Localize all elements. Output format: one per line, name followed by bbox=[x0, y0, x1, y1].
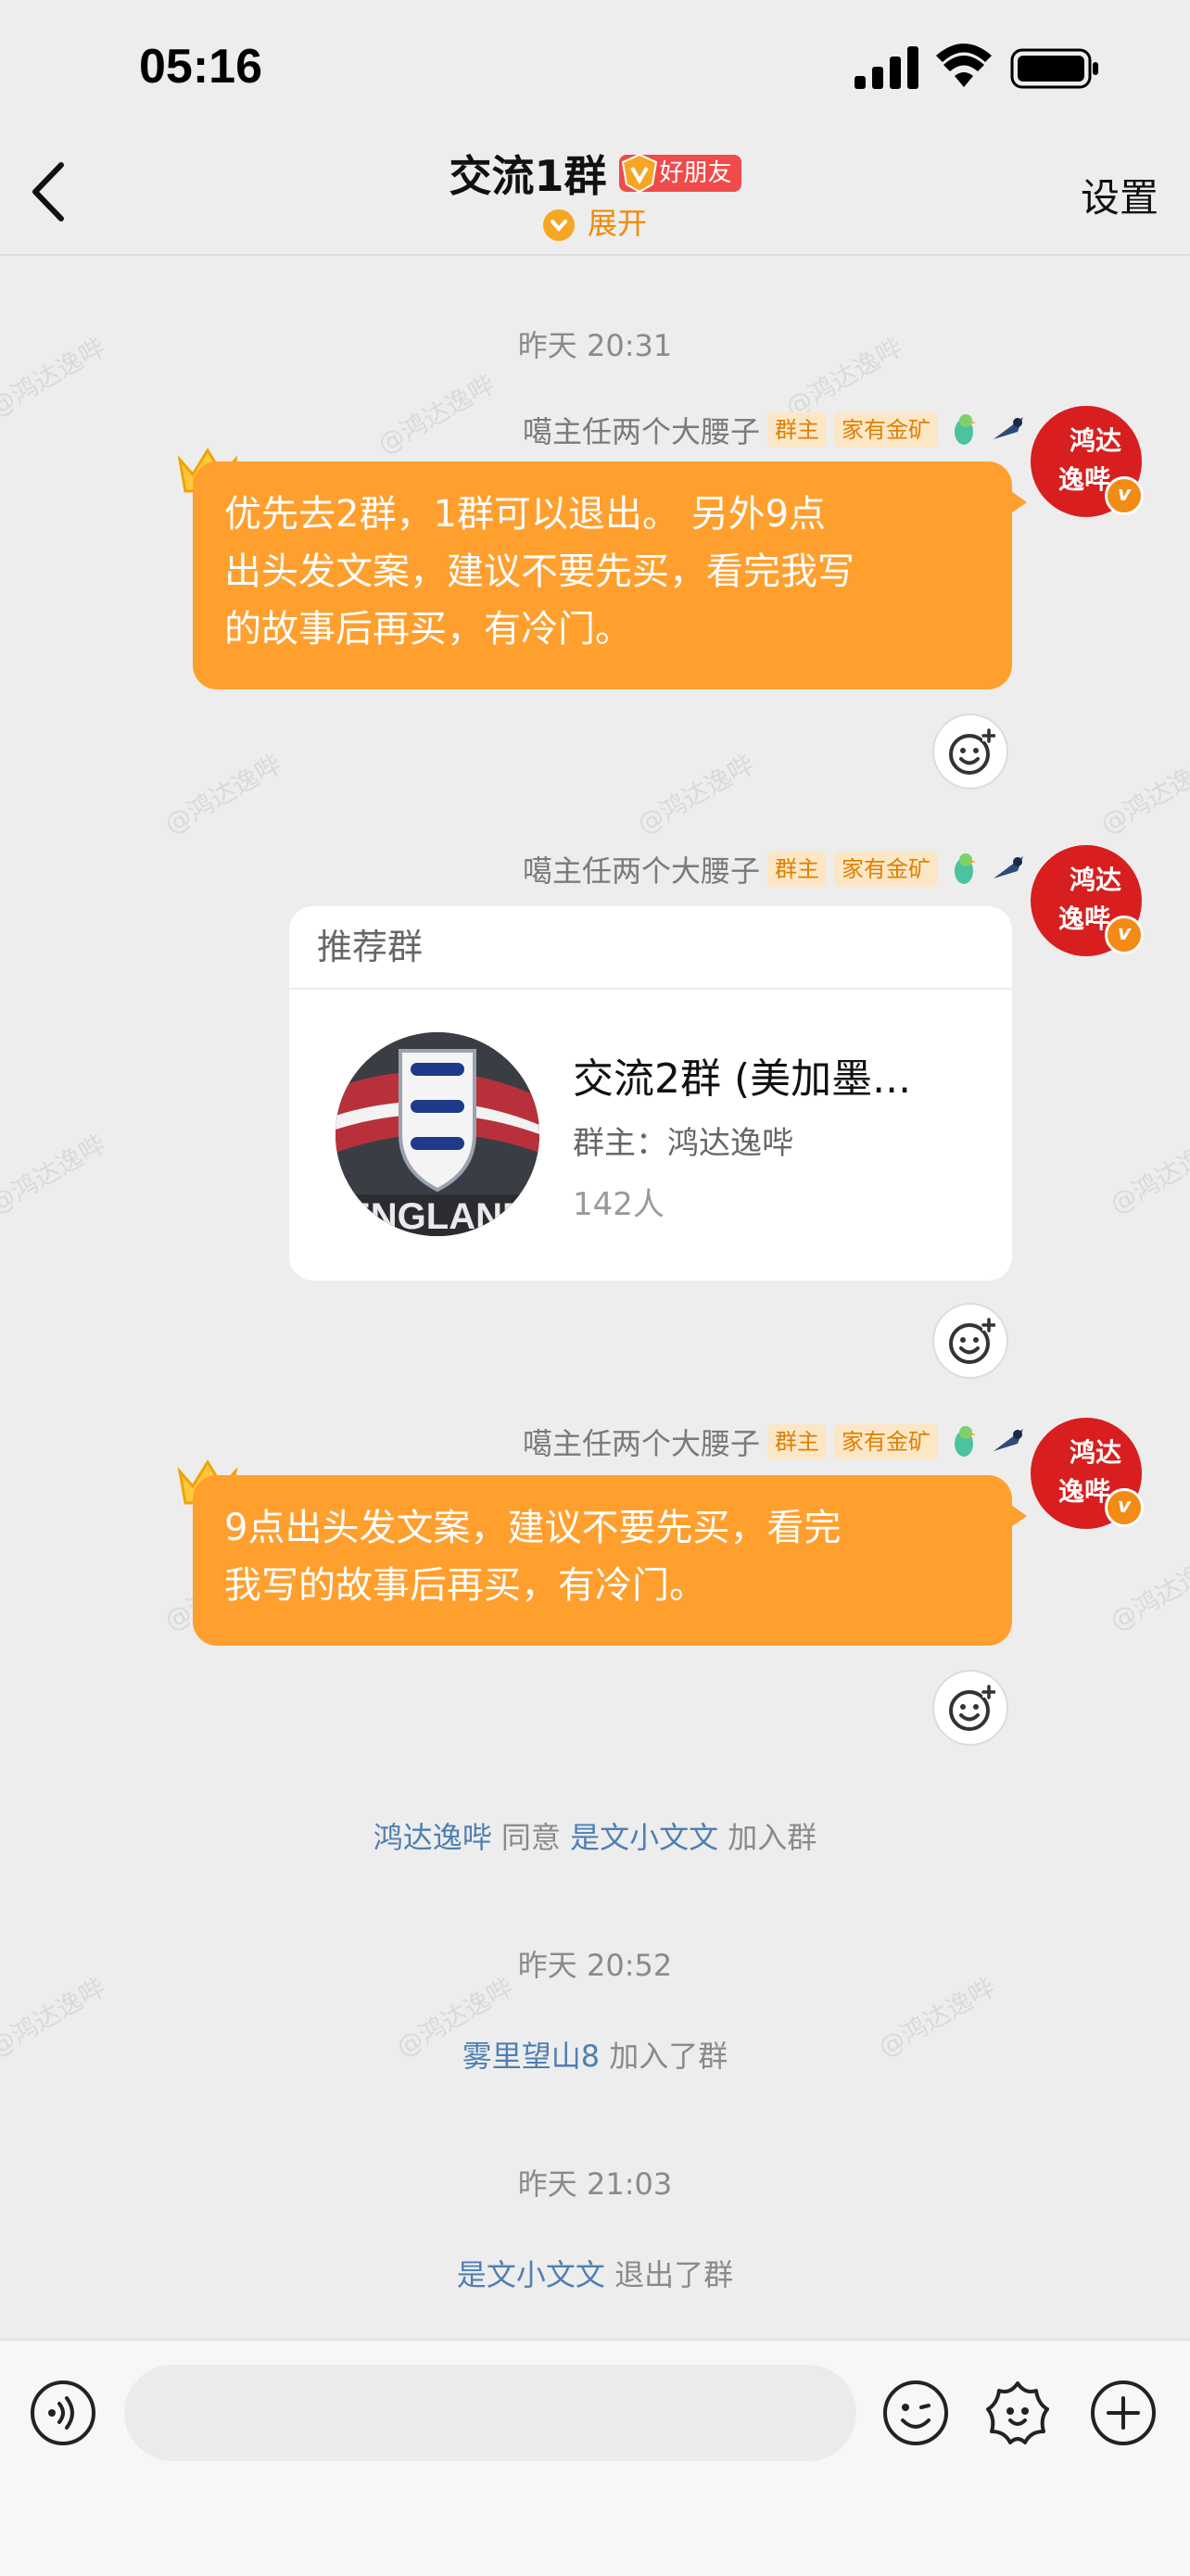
magpie-badge-icon bbox=[994, 856, 1023, 878]
group-member-count: 142人 bbox=[573, 1186, 665, 1223]
verified-badge-icon: v bbox=[1105, 1488, 1144, 1527]
friend-badge: 好朋友 bbox=[618, 153, 741, 194]
group-title[interactable]: 交流1群 bbox=[449, 151, 606, 201]
expand-toggle[interactable]: 展开 bbox=[0, 200, 1190, 243]
message-bubble[interactable]: 优先去2群，1群可以退出。 另外9点 出头发文案，建议不要先买，看完我写 的故事… bbox=[193, 461, 1027, 689]
timestamp: 昨天 20:52 bbox=[517, 1948, 673, 1983]
title-row: 交流1群 好朋友 bbox=[0, 143, 1190, 204]
avatar[interactable]: 鸿达 逸哔 v bbox=[1031, 406, 1144, 517]
avatar-text: 鸿达 bbox=[1070, 1437, 1122, 1468]
message-line: 优先去2群，1群可以退出。 另外9点 bbox=[224, 493, 827, 536]
watermark: @鸿达逸哔 bbox=[631, 749, 760, 840]
title-tag: 家有金矿 bbox=[834, 412, 938, 448]
owner-tag: 群主 bbox=[767, 412, 827, 448]
cellular-signal-icon bbox=[855, 46, 918, 89]
watermark: @鸿达逸哔 bbox=[1104, 1129, 1190, 1220]
sender-row: 噶主任两个大腰子 群主 家有金矿 bbox=[523, 1421, 1027, 1462]
watermark: @鸿达逸哔 bbox=[158, 749, 287, 840]
avatar-text: 鸿达 bbox=[1070, 425, 1122, 456]
parrot-badge-icon bbox=[955, 414, 976, 445]
avatar-text: 逸哔 bbox=[1058, 1476, 1111, 1507]
system-text: 同意 bbox=[500, 1820, 561, 1855]
message-input[interactable] bbox=[124, 2365, 856, 2461]
sender-row: 噶主任两个大腰子 群主 家有金矿 bbox=[523, 410, 1027, 450]
sender-name[interactable]: 噶主任两个大腰子 bbox=[523, 848, 760, 890]
user-link[interactable]: 鸿达逸哔 bbox=[373, 1820, 492, 1855]
add-reaction-icon bbox=[949, 728, 995, 775]
message-line: 的故事后再买，有冷门。 bbox=[224, 608, 632, 650]
message-line: 出头发文案，建议不要先买，看完我写 bbox=[224, 550, 855, 593]
image-text: ENGLAND bbox=[346, 1196, 529, 1236]
system-text: 退出了群 bbox=[614, 2257, 734, 2292]
sender-row: 噶主任两个大腰子 群主 家有金矿 bbox=[523, 849, 1027, 890]
group-owner: 群主：鸿达逸哔 bbox=[573, 1125, 793, 1162]
user-link[interactable]: 是文小文文 bbox=[570, 1820, 718, 1855]
avatar[interactable]: 鸿达 逸哔 v bbox=[1031, 845, 1144, 956]
emoji-icon[interactable] bbox=[880, 2378, 951, 2448]
watermark: @鸿达逸哔 bbox=[372, 369, 500, 461]
group-name: 交流2群 (美加墨... bbox=[573, 1055, 912, 1103]
battery-icon bbox=[1010, 48, 1098, 89]
parrot-badge-icon bbox=[955, 853, 976, 884]
chat-header: 交流1群 好朋友 展开 设置 bbox=[0, 139, 1190, 256]
system-text: 加入了群 bbox=[609, 2039, 728, 2074]
sticker-icon[interactable] bbox=[982, 2378, 1053, 2448]
avatar-text: 鸿达 bbox=[1070, 865, 1122, 895]
watermark: @鸿达逸哔 bbox=[0, 1129, 111, 1220]
vip-shield-icon bbox=[621, 153, 657, 194]
wifi-icon bbox=[936, 44, 992, 87]
add-reaction-button[interactable] bbox=[932, 713, 1008, 789]
chevron-down-icon bbox=[542, 209, 575, 241]
title-tag: 家有金矿 bbox=[834, 1424, 938, 1459]
card-header: 推荐群 bbox=[289, 906, 1012, 990]
avatar[interactable]: 鸿达 逸哔 v bbox=[1031, 1418, 1144, 1529]
add-reaction-icon bbox=[949, 1318, 995, 1364]
system-message: 是文小文文 退出了群 bbox=[0, 2252, 1190, 2294]
message-line: 9点出头发文案，建议不要先买，看完 bbox=[224, 1507, 842, 1549]
system-text: 加入群 bbox=[728, 1820, 817, 1855]
user-link[interactable]: 雾里望山8 bbox=[462, 2039, 600, 2074]
settings-button[interactable]: 设置 bbox=[1081, 167, 1158, 223]
status-time: 05:16 bbox=[139, 40, 262, 94]
status-bar: 05:16 bbox=[0, 0, 1190, 139]
verified-badge-icon: v bbox=[1105, 915, 1144, 954]
avatar-text: 逸哔 bbox=[1058, 464, 1111, 495]
message-bubble[interactable]: 9点出头发文案，建议不要先买，看完 我写的故事后再买，有冷门。 bbox=[193, 1475, 1027, 1646]
system-message: 雾里望山8 加入了群 bbox=[0, 2033, 1190, 2076]
expand-label: 展开 bbox=[587, 206, 647, 241]
owner-tag: 群主 bbox=[767, 1424, 827, 1459]
parrot-badge-icon bbox=[955, 1426, 976, 1457]
voice-icon[interactable] bbox=[28, 2378, 98, 2448]
magpie-badge-icon bbox=[994, 1429, 1023, 1451]
watermark: @鸿达逸哔 bbox=[1104, 1546, 1190, 1637]
watermark: @鸿达逸哔 bbox=[1095, 749, 1190, 840]
system-message: 鸿达逸哔 同意 是文小文文 加入群 bbox=[0, 1814, 1190, 1857]
add-reaction-button[interactable] bbox=[932, 1670, 1008, 1746]
plus-icon[interactable] bbox=[1088, 2378, 1158, 2448]
timestamp: 昨天 21:03 bbox=[517, 2166, 673, 2202]
title-tag: 家有金矿 bbox=[834, 852, 938, 887]
timestamp: 昨天 20:31 bbox=[517, 328, 673, 363]
avatar-text: 逸哔 bbox=[1058, 903, 1111, 934]
group-avatar-image: ENGLAND bbox=[335, 1032, 539, 1236]
owner-tag: 群主 bbox=[767, 852, 827, 887]
message-list[interactable]: @鸿达逸哔 @鸿达逸哔 @鸿达逸哔 @鸿达逸哔 @鸿达逸哔 @鸿达逸哔 @鸿达逸… bbox=[0, 256, 1190, 2339]
input-bar bbox=[0, 2339, 1190, 2576]
user-link[interactable]: 是文小文文 bbox=[457, 2257, 605, 2292]
group-share-card[interactable]: 推荐群 ENGLAND 交流2群 (美加墨... 群主：鸿达逸哔 142人 bbox=[289, 906, 1012, 1281]
verified-badge-icon: v bbox=[1105, 476, 1144, 515]
add-reaction-button[interactable] bbox=[932, 1303, 1008, 1379]
magpie-badge-icon bbox=[994, 417, 1023, 439]
friend-badge-label: 好朋友 bbox=[659, 159, 732, 187]
message-line: 我写的故事后再买，有冷门。 bbox=[224, 1564, 706, 1607]
sender-name[interactable]: 噶主任两个大腰子 bbox=[523, 409, 760, 451]
sender-name[interactable]: 噶主任两个大腰子 bbox=[523, 1421, 760, 1463]
add-reaction-icon bbox=[949, 1685, 995, 1731]
